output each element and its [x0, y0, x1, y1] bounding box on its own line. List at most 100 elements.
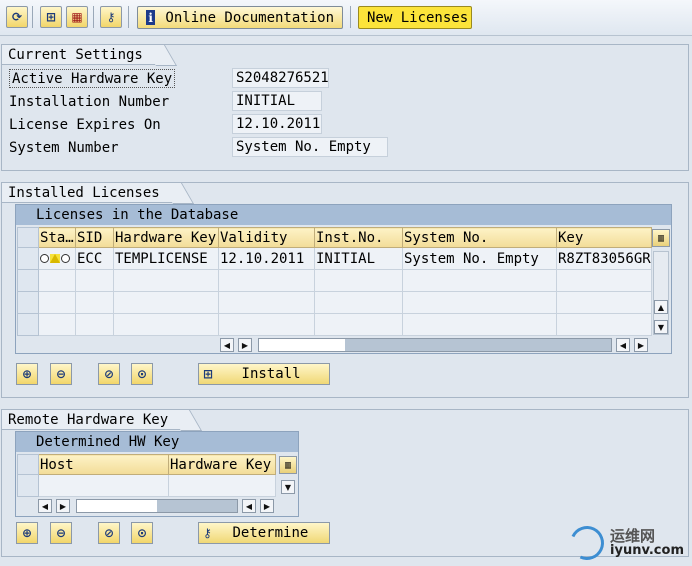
system-number-label: System Number: [9, 139, 119, 156]
online-documentation-button[interactable]: i Online Documentation: [137, 6, 343, 29]
installed-licenses-title: Installed Licenses: [2, 183, 179, 203]
scroll-right-icon[interactable]: ▶: [56, 499, 70, 513]
row-selector[interactable]: [17, 291, 39, 314]
deselect-all-icon[interactable]: ⊖: [50, 363, 72, 385]
table-row[interactable]: ECC TEMPLICENSE 12.10.2011 INITIAL Syste…: [17, 247, 652, 270]
determine-label: Determine: [232, 525, 309, 541]
table-row[interactable]: [17, 474, 276, 497]
column-header-key[interactable]: Key: [556, 227, 652, 248]
watermark-brand: 运维网: [610, 526, 656, 545]
detail-icon[interactable]: ⊙: [131, 363, 153, 385]
licenses-table-title: Licenses in the Database: [16, 205, 671, 225]
key-cell: R8ZT83056GR: [556, 247, 652, 270]
scroll-track[interactable]: [258, 338, 612, 352]
scroll-left-icon[interactable]: ◀: [38, 499, 52, 513]
scroll-down-icon[interactable]: ▼: [654, 320, 668, 334]
select-all-cell[interactable]: [17, 454, 39, 475]
license-expires-label: License Expires On: [9, 116, 161, 133]
vertical-scrollbar[interactable]: ▲ ▼: [653, 251, 669, 335]
column-header-hardware-key[interactable]: Hardware Key: [113, 227, 219, 248]
select-all-icon[interactable]: ⊕: [16, 522, 38, 544]
installation-number-label: Installation Number: [9, 93, 170, 110]
table-settings-icon[interactable]: ▥: [652, 229, 670, 247]
table-row[interactable]: [17, 291, 652, 314]
column-header-system-no[interactable]: System No.: [402, 227, 557, 248]
detail-icon[interactable]: ⊙: [131, 522, 153, 544]
sid-cell: ECC: [75, 247, 114, 270]
scroll-right-icon[interactable]: ▶: [260, 499, 274, 513]
select-all-icon[interactable]: ⊕: [16, 363, 38, 385]
row-selector[interactable]: [17, 313, 39, 336]
info-icon: i: [146, 10, 156, 25]
watermark-logo: 运维网 iyunv.com: [565, 521, 684, 565]
scroll-down-icon[interactable]: ▼: [281, 480, 295, 494]
inst-no-cell: INITIAL: [314, 247, 403, 270]
installed-licenses-group: Installed Licenses Licenses in the Datab…: [1, 182, 689, 398]
remote-hardware-key-title: Remote Hardware Key: [2, 410, 188, 430]
scroll-right-icon[interactable]: ▶: [634, 338, 648, 352]
install-button[interactable]: ⊞ Install: [198, 363, 330, 385]
active-hardware-key-value: S2048276521: [232, 68, 329, 88]
status-cell: [38, 247, 76, 270]
toolbar-separator: [128, 6, 129, 28]
column-header-status[interactable]: Sta…: [38, 227, 76, 248]
scroll-track[interactable]: [76, 499, 238, 513]
online-documentation-label: Online Documentation: [165, 9, 334, 26]
row-selector[interactable]: [17, 247, 39, 270]
key-icon[interactable]: ⚷: [100, 6, 122, 28]
refresh-icon[interactable]: ⟳: [6, 6, 28, 28]
current-settings-title: Current Settings: [2, 45, 162, 65]
traffic-light-icon: [40, 253, 70, 263]
validity-cell: 12.10.2011: [218, 247, 315, 270]
new-licenses-button[interactable]: New Licenses: [358, 6, 472, 29]
column-header-hardware-key[interactable]: Hardware Key: [168, 454, 276, 475]
horizontal-scrollbar[interactable]: ◀ ▶ ◀ ▶: [220, 337, 652, 353]
hierarchy-icon: ⊞: [203, 367, 214, 381]
horizontal-scrollbar[interactable]: ◀ ▶ ◀ ▶: [38, 498, 278, 514]
toolbar-separator: [350, 6, 351, 28]
table-row[interactable]: [17, 269, 652, 292]
hardware-key-cell: TEMPLICENSE: [113, 247, 219, 270]
toolbar-separator: [32, 6, 33, 28]
column-header-inst-no[interactable]: Inst.No.: [314, 227, 403, 248]
application-toolbar: ⟳ ⊞ ▦ ⚷ i Online Documentation New Licen…: [0, 0, 692, 36]
licenses-table: Sta… SID Hardware Key Validity Inst.No. …: [17, 227, 652, 336]
row-selector[interactable]: [17, 474, 39, 497]
delete-icon[interactable]: ⊘: [98, 522, 120, 544]
delete-icon[interactable]: ⊘: [98, 363, 120, 385]
select-all-cell[interactable]: [17, 227, 39, 248]
toolbar-separator: [93, 6, 94, 28]
new-licenses-label: New Licenses: [367, 9, 469, 26]
scroll-thumb[interactable]: [157, 500, 237, 512]
license-expires-value: 12.10.2011: [232, 114, 322, 134]
hierarchy-icon[interactable]: ⊞: [40, 6, 62, 28]
table-header-row: Host Hardware Key: [17, 454, 276, 475]
table-settings-icon[interactable]: ▥: [279, 456, 297, 474]
current-settings-group: Current Settings Active Hardware Key S20…: [1, 44, 689, 171]
hw-key-table-panel: Determined HW Key Host Hardware Key ▥ ▼ …: [15, 431, 299, 517]
watermark-url: iyunv.com: [610, 543, 684, 559]
scroll-left-icon[interactable]: ◀: [242, 499, 256, 513]
column-header-host[interactable]: Host: [38, 454, 169, 475]
table-row[interactable]: [17, 313, 652, 336]
key-icon: ⚷: [203, 526, 212, 540]
scroll-up-icon[interactable]: ▲: [654, 300, 668, 314]
licenses-table-panel: Licenses in the Database Sta… SID Hardwa…: [15, 204, 672, 354]
scroll-thumb[interactable]: [345, 339, 611, 351]
installation-number-value: INITIAL: [232, 91, 322, 111]
scroll-right-icon[interactable]: ▶: [238, 338, 252, 352]
active-hardware-key-label: Active Hardware Key: [9, 69, 176, 88]
hw-key-table-title: Determined HW Key: [16, 432, 298, 452]
scroll-left-icon[interactable]: ◀: [220, 338, 234, 352]
calendar-icon[interactable]: ▦: [66, 6, 88, 28]
table-header-row: Sta… SID Hardware Key Validity Inst.No. …: [17, 227, 652, 248]
system-no-cell: System No. Empty: [402, 247, 557, 270]
install-label: Install: [241, 366, 301, 382]
deselect-all-icon[interactable]: ⊖: [50, 522, 72, 544]
column-header-sid[interactable]: SID: [75, 227, 114, 248]
hw-key-table: Host Hardware Key: [17, 454, 276, 497]
determine-button[interactable]: ⚷ Determine: [198, 522, 330, 544]
column-header-validity[interactable]: Validity: [218, 227, 315, 248]
scroll-left-icon[interactable]: ◀: [616, 338, 630, 352]
row-selector[interactable]: [17, 269, 39, 292]
